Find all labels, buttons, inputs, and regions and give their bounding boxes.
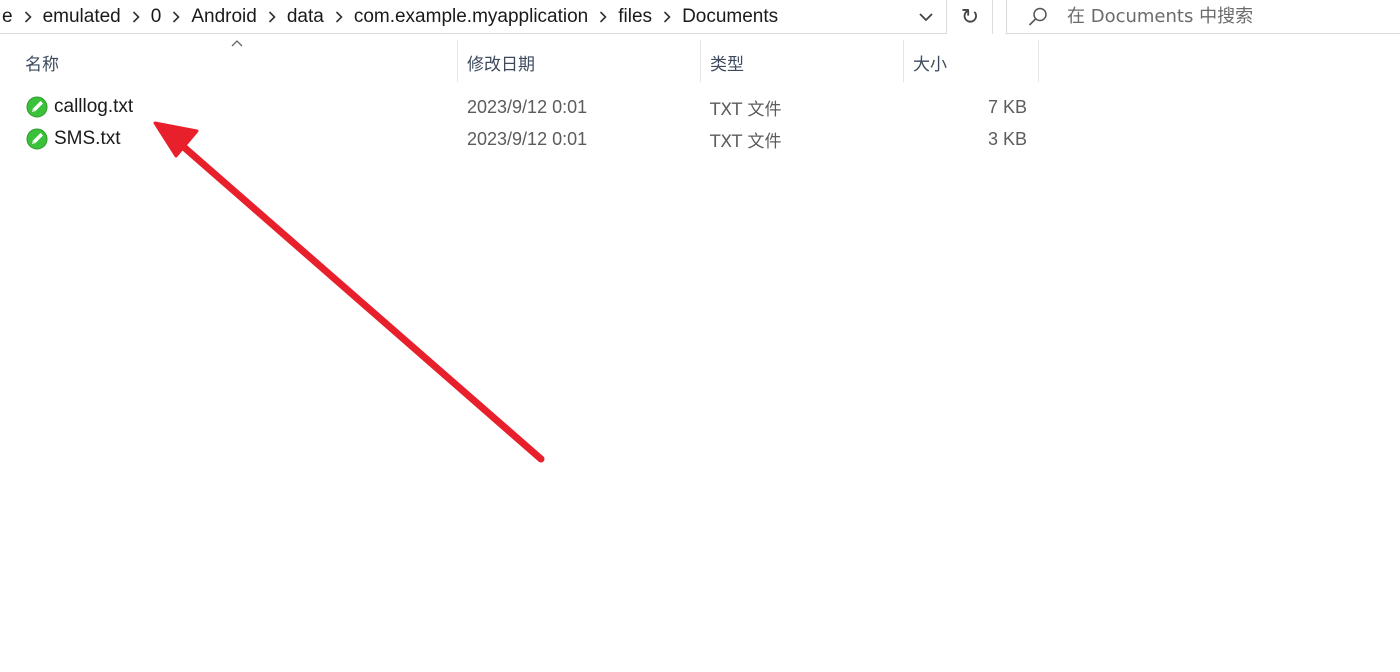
column-header-size-label: 大小 [913, 54, 947, 75]
breadcrumb-separator-icon[interactable] [328, 5, 350, 29]
file-name-cell[interactable]: SMS.txt [26, 123, 121, 155]
breadcrumb-separator-icon[interactable] [592, 5, 614, 29]
file-name: SMS.txt [54, 128, 121, 149]
breadcrumb-item[interactable]: emulated [39, 5, 125, 29]
search-input[interactable] [1067, 3, 1387, 30]
address-history-dropdown[interactable] [905, 0, 946, 33]
breadcrumb-separator-icon[interactable] [125, 5, 147, 29]
text-file-icon [26, 128, 48, 150]
breadcrumb-item[interactable]: data [283, 5, 328, 29]
column-resize-handle[interactable] [1038, 40, 1039, 82]
navigation-bar: e emulated 0 Android data com.example.my… [0, 0, 1400, 34]
column-header-size[interactable]: 大小 [905, 40, 1037, 84]
refresh-icon: ↻ [960, 3, 980, 29]
column-header-name-label: 名称 [25, 54, 59, 75]
column-resize-handle[interactable] [457, 40, 458, 82]
file-type: TXT 文件 [710, 131, 782, 152]
breadcrumb-separator-icon[interactable] [261, 5, 283, 29]
breadcrumb-item[interactable]: e [0, 5, 17, 29]
column-header-type-label: 类型 [710, 54, 744, 75]
breadcrumb-item[interactable]: 0 [147, 5, 166, 29]
column-header-row: 名称 修改日期 类型 大小 [0, 40, 1040, 84]
address-bar[interactable]: e emulated 0 Android data com.example.my… [0, 0, 946, 34]
toolbar-divider [992, 0, 993, 34]
breadcrumb-item-current[interactable]: Documents [678, 5, 782, 29]
column-resize-handle[interactable] [700, 40, 701, 82]
breadcrumb-item[interactable]: Android [187, 5, 261, 29]
toolbar-divider [946, 0, 947, 34]
search-icon [1027, 6, 1049, 28]
column-header-type[interactable]: 类型 [702, 40, 902, 84]
file-explorer-window: e emulated 0 Android data com.example.my… [0, 0, 1400, 672]
file-modified: 2023/9/12 0:01 [467, 96, 588, 117]
file-modified: 2023/9/12 0:01 [467, 128, 588, 149]
text-file-icon [26, 96, 48, 118]
breadcrumb-separator-icon[interactable] [656, 5, 678, 29]
chevron-down-icon [918, 12, 933, 21]
search-box[interactable] [1006, 0, 1400, 34]
sort-ascending-icon [231, 40, 243, 47]
file-type: TXT 文件 [710, 99, 782, 120]
file-size: 3 KB [987, 128, 1027, 149]
breadcrumb-separator-icon[interactable] [165, 5, 187, 29]
file-name: calllog.txt [54, 96, 134, 117]
column-header-modified-label: 修改日期 [467, 54, 535, 75]
file-size: 7 KB [987, 96, 1027, 117]
column-resize-handle[interactable] [903, 40, 904, 82]
file-row[interactable]: calllog.txt 2023/9/12 0:01 TXT 文件 7 KB [0, 91, 1040, 123]
file-row[interactable]: SMS.txt 2023/9/12 0:01 TXT 文件 3 KB [0, 123, 1040, 155]
column-header-modified[interactable]: 修改日期 [459, 40, 699, 84]
file-name-cell[interactable]: calllog.txt [26, 91, 133, 123]
breadcrumb-item[interactable]: files [614, 5, 656, 29]
refresh-button[interactable]: ↻ [948, 0, 992, 33]
file-list: calllog.txt 2023/9/12 0:01 TXT 文件 7 KB S… [0, 91, 1040, 155]
breadcrumb-item[interactable]: com.example.myapplication [350, 5, 592, 29]
breadcrumb-separator-icon[interactable] [17, 5, 39, 29]
